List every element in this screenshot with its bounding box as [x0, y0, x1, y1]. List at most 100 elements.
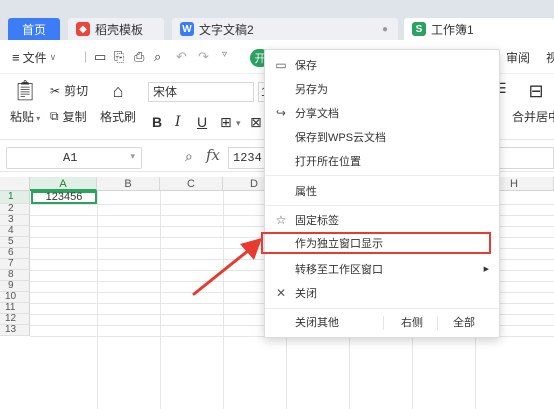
column-header-b[interactable]: B [97, 177, 160, 191]
close-icon: ✕ [275, 286, 287, 300]
name-box-value: A1 [63, 151, 78, 165]
row-header-5[interactable]: 5 [0, 237, 30, 248]
grid-line [97, 191, 98, 409]
menu-item-save[interactable]: ▭ 保存 [265, 54, 499, 76]
column-header-a[interactable]: A [30, 177, 97, 191]
menu-item-close[interactable]: ✕ 关闭 [265, 282, 499, 304]
tab-workbook[interactable]: S 工作簿1 [404, 18, 554, 40]
fx-icon[interactable]: fx [206, 146, 220, 164]
menu-item-save-to-cloud-label: 保存到WPS云文档 [295, 132, 387, 144]
tab-dot-icon[interactable]: ● [382, 24, 388, 35]
menu-item-properties[interactable]: 属性 [265, 180, 499, 202]
close-others-button[interactable]: 关闭其他 [295, 314, 339, 330]
tab-home[interactable]: 首页 [8, 18, 60, 40]
menu-item-open-location[interactable]: 打开所在位置 [265, 150, 499, 172]
row-header-8[interactable]: 8 [0, 270, 30, 281]
bold-icon[interactable]: B [152, 114, 162, 130]
menu-divider [265, 308, 499, 309]
file-menu[interactable]: ≡ 文件 ∨ [12, 49, 56, 66]
row-header-2[interactable]: 2 [0, 204, 30, 215]
merge-icon: ⊟ [528, 81, 544, 101]
menu-divider [265, 175, 499, 176]
close-right-button[interactable]: 右侧 [401, 314, 423, 330]
export-pdf-icon[interactable]: ⎘ [114, 49, 124, 65]
row-header-13[interactable]: 13 [0, 325, 30, 336]
menu-item-save-label: 保存 [295, 60, 317, 72]
row-header-1[interactable]: 1 [0, 191, 30, 204]
name-box[interactable]: A1 ▾ [6, 147, 142, 169]
row-header-7[interactable]: 7 [0, 259, 30, 270]
spreadsheet-icon: S [412, 22, 426, 36]
pin-icon: ☆ [275, 213, 287, 227]
quick-access-dropdown-icon[interactable]: ▿ [222, 49, 227, 60]
print-icon[interactable]: ⎙ [134, 49, 144, 65]
menu-divider [383, 316, 384, 330]
merge-center-label: 合并居中 [512, 110, 554, 124]
format-painter-label: 格式刷 [100, 110, 137, 124]
menu-item-properties-label: 属性 [295, 186, 317, 198]
menu-divider [265, 205, 499, 206]
writer-doc-icon: W [180, 22, 194, 36]
row-header-4[interactable]: 4 [0, 226, 30, 237]
tab-document-label: 文字文稿2 [199, 22, 254, 37]
formula-input-value: 1234 [233, 151, 262, 165]
zoom-icon[interactable]: ⌕ [185, 148, 193, 165]
more-tab[interactable]: 视 [546, 49, 554, 66]
print-preview-icon[interactable]: ⌕ [154, 49, 161, 65]
tab-document[interactable]: W 文字文稿2 ● [172, 18, 398, 40]
menu-item-share-label: 分享文档 [295, 108, 339, 120]
menu-item-open-location-label: 打开所在位置 [295, 156, 361, 168]
menu-item-save-to-cloud[interactable]: 保存到WPS云文档 [265, 126, 499, 148]
cut-label: 剪切 [64, 84, 89, 98]
file-menu-label: 文件 [22, 51, 47, 65]
undo-icon[interactable]: ↶ [176, 49, 187, 65]
docer-logo-icon: ◆ [76, 22, 90, 36]
paste-button[interactable]: 📋︎ 粘贴 ▾ [10, 80, 40, 125]
copy-label: 复制 [62, 110, 87, 124]
close-all-button[interactable]: 全部 [453, 314, 475, 330]
cell-a1-value: 123456 [45, 191, 83, 203]
menu-item-open-separate-window[interactable]: 作为独立窗口显示 [261, 232, 491, 254]
divider: | [84, 49, 88, 63]
tab-workbook-label: 工作簿1 [431, 22, 474, 37]
menu-divider [437, 316, 438, 330]
menu-item-move-to-workspace-label: 转移至工作区窗口 [295, 264, 383, 276]
tab-bar: 首页 ◆ 稻壳模板 W 文字文稿2 ● S 工作簿1 [0, 0, 554, 40]
menu-item-pin-tab-label: 固定标签 [295, 215, 339, 227]
review-tab[interactable]: 审阅 [506, 49, 530, 66]
column-header-c[interactable]: C [160, 177, 223, 191]
chevron-right-icon: ▶ [483, 266, 489, 273]
copy-button[interactable]: ⧉ 复制 [50, 108, 87, 125]
merge-center-button[interactable]: ⊟ 合并居中 [512, 80, 554, 125]
redo-icon[interactable]: ↷ [198, 49, 209, 65]
format-painter-button[interactable]: ⌂ 格式刷 [100, 80, 136, 125]
row-header-6[interactable]: 6 [0, 248, 30, 259]
save-icon[interactable]: ▭ [94, 49, 106, 65]
cut-button[interactable]: ✂ 剪切 [50, 82, 88, 99]
menu-item-open-separate-window-label: 作为独立窗口显示 [295, 238, 383, 250]
close-options-row: 关闭其他 右侧 全部 [265, 311, 499, 333]
menu-item-save-as-label: 另存为 [295, 84, 328, 96]
underline-icon[interactable]: U [197, 114, 207, 130]
scissors-icon: ✂ [50, 83, 61, 98]
font-name-select[interactable]: 宋体 [148, 82, 254, 102]
chevron-down-icon[interactable]: ▾ [130, 152, 135, 162]
menu-item-move-to-workspace[interactable]: 转移至工作区窗口 ▶ [265, 258, 499, 280]
font-name-value: 宋体 [153, 85, 178, 99]
italic-icon[interactable]: I [175, 114, 181, 130]
menu-item-save-as[interactable]: 另存为 [265, 78, 499, 100]
fill-color-icon[interactable]: ⊠ [250, 114, 262, 131]
save-icon: ▭ [275, 58, 287, 72]
select-all-corner[interactable] [0, 177, 30, 191]
row-header-3[interactable]: 3 [0, 215, 30, 226]
tab-context-menu: ▭ 保存 另存为 ↪ 分享文档 保存到WPS云文档 打开所在位置 属性 ☆ 固定… [261, 49, 500, 338]
tab-template[interactable]: ◆ 稻壳模板 [68, 18, 164, 40]
menu-item-share[interactable]: ↪ 分享文档 [265, 102, 499, 124]
border-dropdown-icon[interactable]: ▾ [236, 118, 241, 129]
border-icon[interactable]: ⊞ [220, 114, 232, 131]
cell-a1[interactable]: 123456 [31, 191, 97, 204]
paste-label: 粘贴 ▾ [10, 110, 41, 124]
menu-item-pin-tab[interactable]: ☆ 固定标签 [265, 209, 499, 231]
share-icon: ↪ [275, 106, 287, 120]
hamburger-icon: ≡ [12, 50, 20, 65]
